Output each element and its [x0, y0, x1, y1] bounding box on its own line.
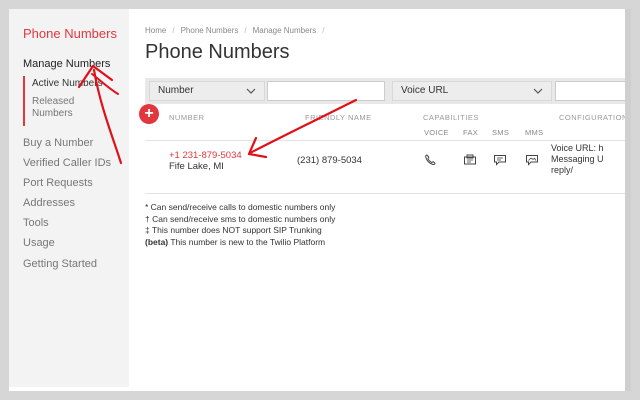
- fax-icon: [464, 154, 476, 165]
- sidebar-subnav: Active Numbers Released Numbers: [23, 76, 115, 126]
- filter-bar: Number Voice URL: [145, 78, 631, 104]
- breadcrumb-home[interactable]: Home: [145, 26, 166, 35]
- voice-url-select[interactable]: Voice URL: [392, 81, 552, 101]
- row-divider: [145, 193, 631, 194]
- phone-number-location: Fife Lake, MI: [169, 161, 224, 172]
- breadcrumb-manage-numbers[interactable]: Manage Numbers: [253, 26, 317, 35]
- sidebar-item-addresses[interactable]: Addresses: [23, 197, 75, 209]
- breadcrumb-separator: /: [172, 26, 175, 35]
- scrollbar-track[interactable]: [625, 9, 631, 391]
- legend-line-beta: (beta) This number is new to the Twilio …: [145, 237, 325, 247]
- column-header-friendly-name[interactable]: FRIENDLY NAME: [305, 113, 372, 122]
- voice-url-select-value: Voice URL: [401, 85, 449, 96]
- config-reply: reply/: [551, 165, 574, 175]
- sidebar-item-released-numbers[interactable]: Released Numbers: [32, 96, 74, 120]
- sidebar-item-getting-started[interactable]: Getting Started: [23, 258, 97, 270]
- field-select[interactable]: Number: [149, 81, 265, 101]
- breadcrumb-phone-numbers[interactable]: Phone Numbers: [181, 26, 239, 35]
- breadcrumb-separator: /: [244, 26, 247, 35]
- column-header-number[interactable]: NUMBER: [169, 113, 205, 122]
- sidebar-item-verified-caller-ids[interactable]: Verified Caller IDs: [23, 157, 111, 169]
- sidebar-item-tools[interactable]: Tools: [23, 217, 49, 229]
- chevron-down-icon: [246, 88, 256, 94]
- breadcrumb-separator: /: [322, 26, 325, 35]
- phone-icon: [425, 154, 436, 165]
- field-select-value: Number: [158, 85, 194, 96]
- legend-line-sms: † Can send/receive sms to domestic numbe…: [145, 214, 336, 224]
- chevron-down-icon: [533, 88, 543, 94]
- config-messaging-url: Messaging U: [551, 154, 604, 164]
- configuration-text: Voice URL: h Messaging U reply/: [551, 143, 604, 176]
- beta-tag: (beta): [145, 237, 169, 247]
- number-filter-input[interactable]: [267, 81, 385, 101]
- sidebar-item-usage[interactable]: Usage: [23, 237, 55, 249]
- legend-line-calls: * Can send/receive calls to domestic num…: [145, 202, 336, 212]
- released-label-line1: Released: [32, 96, 75, 107]
- capability-header-mms: MMS: [525, 128, 544, 137]
- beta-text: This number is new to the Twilio Platfor…: [168, 237, 326, 247]
- released-label-line2: Numbers: [32, 108, 73, 119]
- app-window: Phone Numbers Manage Numbers Active Numb…: [9, 9, 631, 391]
- page-title: Phone Numbers: [145, 41, 290, 63]
- header-divider: [145, 140, 631, 141]
- column-header-configuration: CONFIGURATION: [559, 113, 628, 122]
- sidebar-item-buy-a-number[interactable]: Buy a Number: [23, 137, 93, 149]
- config-voice-url: Voice URL: h: [551, 143, 604, 153]
- capability-header-sms: SMS: [492, 128, 510, 137]
- sidebar-brand[interactable]: Phone Numbers: [23, 26, 117, 41]
- phone-number-link[interactable]: +1 231-879-5034: [169, 150, 242, 161]
- add-number-button[interactable]: +: [139, 104, 159, 124]
- chat-bubble-icon: [494, 155, 506, 166]
- sidebar-item-active-numbers[interactable]: Active Numbers: [32, 78, 103, 89]
- sidebar: Phone Numbers Manage Numbers Active Numb…: [9, 9, 129, 387]
- main-content: Home / Phone Numbers / Manage Numbers / Phone…: [139, 9, 631, 391]
- capability-header-fax: FAX: [463, 128, 479, 137]
- column-header-capabilities: CAPABILITIES: [423, 113, 479, 122]
- sidebar-item-manage-numbers[interactable]: Manage Numbers: [23, 58, 110, 70]
- picture-message-icon: [526, 155, 538, 166]
- voice-url-filter-input[interactable]: [555, 81, 631, 101]
- legend-line-sip: ‡ This number does NOT support SIP Trunk…: [145, 225, 322, 235]
- sidebar-item-port-requests[interactable]: Port Requests: [23, 177, 93, 189]
- capability-header-voice: VOICE: [424, 128, 449, 137]
- breadcrumb: Home / Phone Numbers / Manage Numbers /: [145, 26, 330, 35]
- friendly-name: (231) 879-5034: [297, 155, 362, 166]
